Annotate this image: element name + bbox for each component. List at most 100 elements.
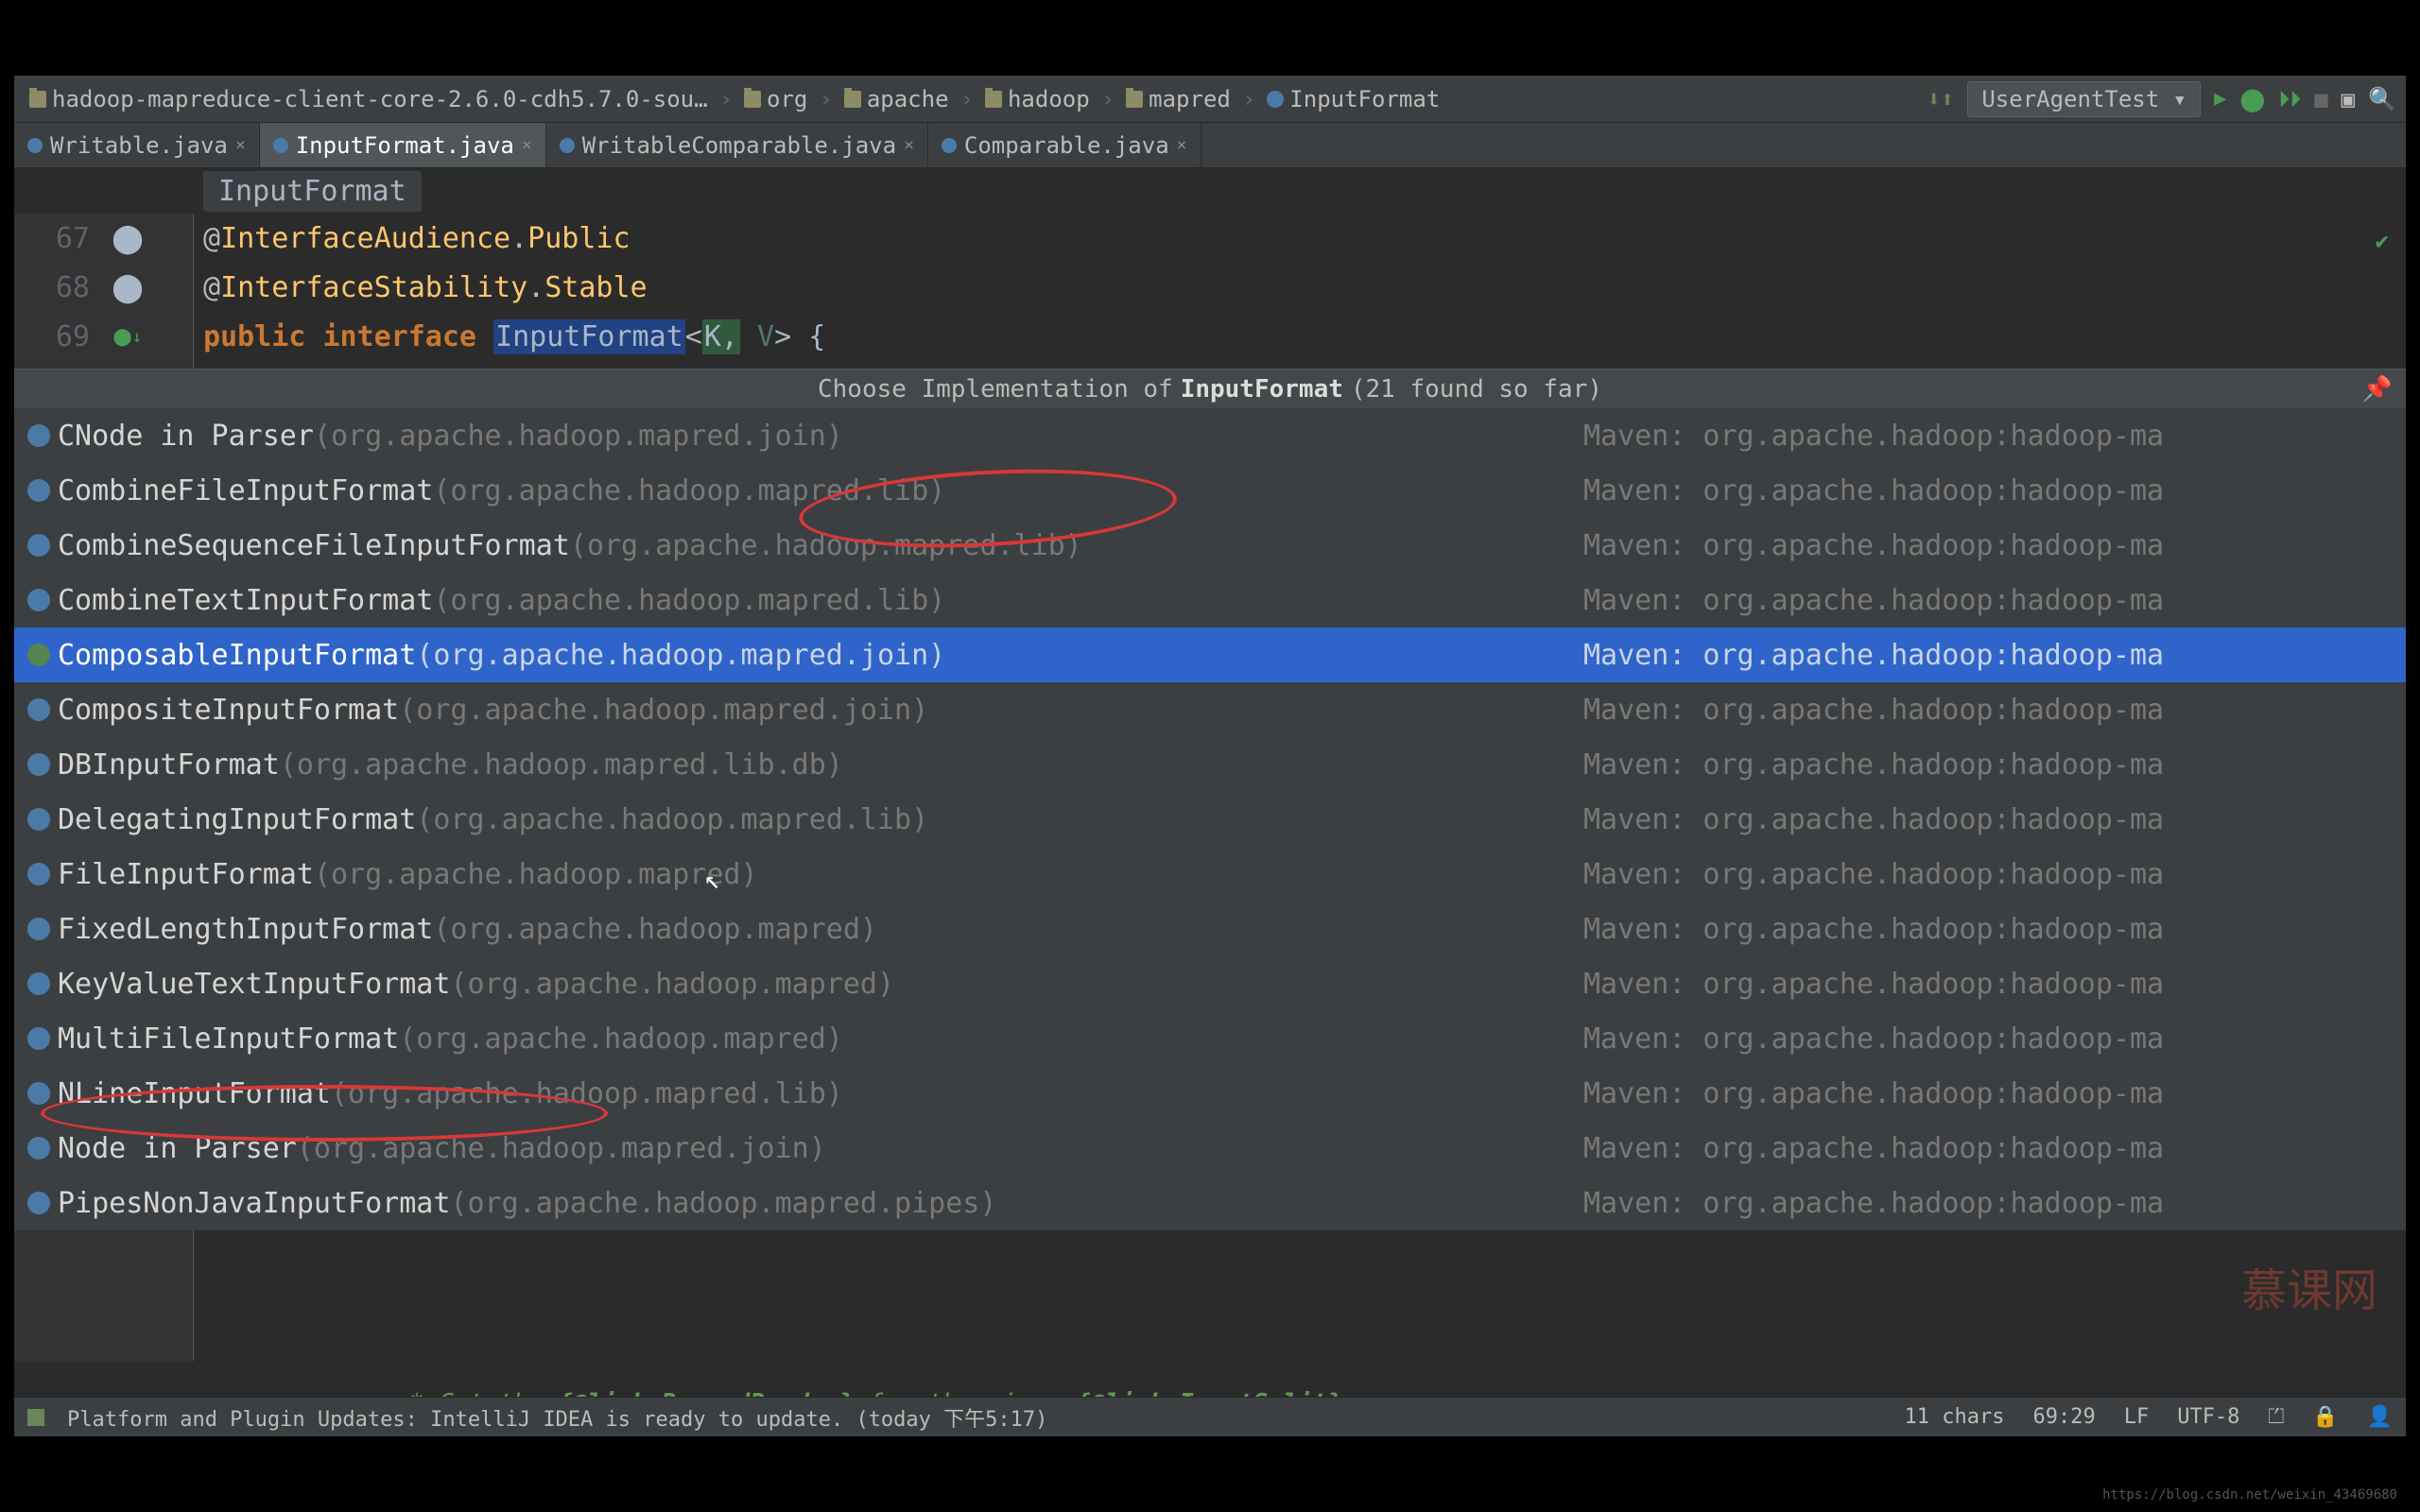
implementation-item[interactable]: ComposableInputFormat (org.apache.hadoop… (14, 627, 2406, 682)
folder-icon (29, 91, 46, 108)
layout-icon[interactable]: ▣ (2342, 86, 2355, 112)
impl-source: Maven: org.apache.hadoop:hadoop-ma (1583, 1187, 2164, 1220)
class-icon (27, 918, 50, 940)
impl-package: (org.apache.hadoop.mapred.pipes) (450, 1187, 996, 1220)
impl-package: (org.apache.hadoop.mapred) (399, 1022, 843, 1056)
implementation-item[interactable]: FixedLengthInputFormat (org.apache.hadoo… (14, 902, 2406, 956)
implementation-item[interactable]: DelegatingInputFormat (org.apache.hadoop… (14, 792, 2406, 847)
breadcrumb-label: mapred (1149, 86, 1231, 112)
impl-package: (org.apache.hadoop.mapred.lib) (416, 803, 928, 836)
implementation-item[interactable]: CNode in Parser (org.apache.hadoop.mapre… (14, 408, 2406, 463)
status-caret-pos[interactable]: 69:29 (2032, 1405, 2095, 1429)
footer-watermark: https://blog.csdn.net/weixin_43469680 (2102, 1487, 2397, 1503)
impl-package: (org.apache.hadoop.mapred.lib) (331, 1077, 843, 1110)
impl-name: KeyValueTextInputFormat (58, 968, 450, 1001)
implementation-item[interactable]: MultiFileInputFormat (org.apache.hadoop.… (14, 1011, 2406, 1066)
top-toolbar-right: ⬇⬆ UserAgentTest ▾ ▶ ⬤ ⏵⏵ ■ ▣ 🔍 (1927, 81, 2396, 117)
breadcrumb-item[interactable]: apache (838, 84, 955, 114)
build-icon[interactable]: ⬇⬆ (1927, 86, 1954, 112)
implementation-item[interactable]: KeyValueTextInputFormat (org.apache.hado… (14, 956, 2406, 1011)
interface-icon (27, 644, 50, 666)
status-line-separator[interactable]: LF (2124, 1405, 2150, 1429)
pin-icon[interactable]: 📌 (2362, 375, 2393, 404)
close-icon[interactable]: × (1177, 135, 1187, 155)
breadcrumb-item[interactable]: InputFormat (1261, 84, 1445, 114)
class-icon (27, 1192, 50, 1214)
code-editor[interactable]: ✔ 67⬤ 68⬤ 69⬤↓ @InterfaceAudience.Public… (14, 214, 2406, 1361)
impl-source: Maven: org.apache.hadoop:hadoop-ma (1583, 1022, 2164, 1056)
editor-tab[interactable]: Writable.java× (14, 123, 260, 167)
implementation-item[interactable]: Node in Parser (org.apache.hadoop.mapred… (14, 1121, 2406, 1176)
impl-source: Maven: org.apache.hadoop:hadoop-ma (1583, 474, 2164, 507)
code-comment: * Get the {@link RecordReader} for the g… (14, 1361, 2406, 1397)
implementation-item[interactable]: CombineFileInputFormat (org.apache.hadoo… (14, 463, 2406, 518)
breadcrumb-item[interactable]: org (738, 84, 813, 114)
code-content: @InterfaceAudience.Public @InterfaceStab… (203, 214, 2406, 361)
code-token-classname: InputFormat (493, 319, 685, 354)
class-icon (27, 698, 50, 721)
popup-title-prefix: Choose Implementation of (818, 375, 1173, 404)
status-inspector-icon[interactable]: 👤 (2367, 1405, 2393, 1429)
code-token: @ (203, 271, 220, 304)
popup-title-suffix: (21 found so far) (1351, 375, 1602, 404)
implementation-item[interactable]: DBInputFormat (org.apache.hadoop.mapred.… (14, 737, 2406, 792)
close-icon[interactable]: × (522, 135, 532, 155)
code-token: V (757, 320, 774, 353)
breadcrumb-label: hadoop (1008, 86, 1090, 112)
editor-tab[interactable]: Comparable.java× (928, 123, 1201, 167)
breadcrumb-item[interactable]: mapred (1120, 84, 1236, 114)
impl-package: (org.apache.hadoop.mapred.join) (399, 694, 928, 727)
java-file-icon (560, 138, 575, 153)
impl-name: MultiFileInputFormat (58, 1022, 399, 1056)
impl-package: (org.apache.hadoop.mapred.lib) (433, 474, 945, 507)
run-icon[interactable]: ▶ (2214, 87, 2226, 111)
breadcrumb-class[interactable]: InputFormat (203, 171, 422, 212)
implementation-item[interactable]: CombineTextInputFormat (org.apache.hadoo… (14, 573, 2406, 627)
gutter-annotation-icon[interactable]: ⬤ (109, 271, 147, 304)
editor-tab[interactable]: InputFormat.java× (260, 123, 546, 167)
close-icon[interactable]: × (904, 135, 914, 155)
gutter-annotation-icon[interactable]: ⬤ (109, 222, 147, 255)
status-encoding[interactable]: UTF-8 (2177, 1405, 2239, 1429)
line-number: 68 (14, 271, 109, 304)
class-icon (27, 863, 50, 885)
status-chars: 11 chars (1905, 1405, 2005, 1429)
impl-source: Maven: org.apache.hadoop:hadoop-ma (1583, 748, 2164, 782)
class-icon (27, 479, 50, 502)
status-lock-icon[interactable]: 🔒 (2312, 1405, 2338, 1429)
impl-source: Maven: org.apache.hadoop:hadoop-ma (1583, 968, 2164, 1001)
code-token: @ (203, 222, 220, 255)
run-coverage-icon[interactable]: ⏵⏵ (2278, 86, 2301, 112)
impl-package: (org.apache.hadoop.mapred) (450, 968, 894, 1001)
watermark: 慕课网 (2241, 1253, 2377, 1319)
implementation-item[interactable]: CompositeInputFormat (org.apache.hadoop.… (14, 682, 2406, 737)
debug-icon[interactable]: ⬤ (2239, 86, 2265, 112)
breadcrumb-item[interactable]: hadoop (979, 84, 1096, 114)
status-insert-mode[interactable]: ⏍ (2268, 1405, 2284, 1429)
run-config-dropdown[interactable]: UserAgentTest ▾ (1967, 81, 2201, 117)
impl-source: Maven: org.apache.hadoop:hadoop-ma (1583, 803, 2164, 836)
implementation-item[interactable]: FileInputFormat (org.apache.hadoop.mapre… (14, 847, 2406, 902)
line-number: 67 (14, 222, 109, 255)
search-icon[interactable]: 🔍 (2368, 86, 2396, 112)
impl-name: NLineInputFormat (58, 1077, 331, 1110)
breadcrumb-label: apache (867, 86, 949, 112)
implementation-item[interactable]: NLineInputFormat (org.apache.hadoop.mapr… (14, 1066, 2406, 1121)
has-implementations-icon[interactable]: ⬤↓ (109, 327, 147, 347)
close-icon[interactable]: × (235, 135, 246, 155)
breadcrumb-label: InputFormat (1289, 86, 1440, 112)
status-message[interactable]: Platform and Plugin Updates: IntelliJ ID… (67, 1402, 1882, 1433)
popup-title-target: InputFormat (1181, 375, 1343, 404)
code-breadcrumbs: InputFormat (14, 168, 2406, 214)
status-icon[interactable] (27, 1409, 44, 1426)
java-file-icon (273, 138, 288, 153)
implementation-item[interactable]: CombineSequenceFileInputFormat (org.apac… (14, 518, 2406, 573)
impl-source: Maven: org.apache.hadoop:hadoop-ma (1583, 584, 2164, 617)
breadcrumb-item[interactable]: hadoop-mapreduce-client-core-2.6.0-cdh5.… (24, 84, 714, 114)
code-token: . (510, 222, 527, 255)
implementation-item[interactable]: PipesNonJavaInputFormat (org.apache.hado… (14, 1176, 2406, 1230)
breadcrumb-label: org (767, 86, 807, 112)
impl-package: (org.apache.hadoop.mapred.join) (297, 1132, 826, 1165)
editor-tab[interactable]: WritableComparable.java× (546, 123, 928, 167)
implementations-list[interactable]: CNode in Parser (org.apache.hadoop.mapre… (14, 408, 2406, 1230)
